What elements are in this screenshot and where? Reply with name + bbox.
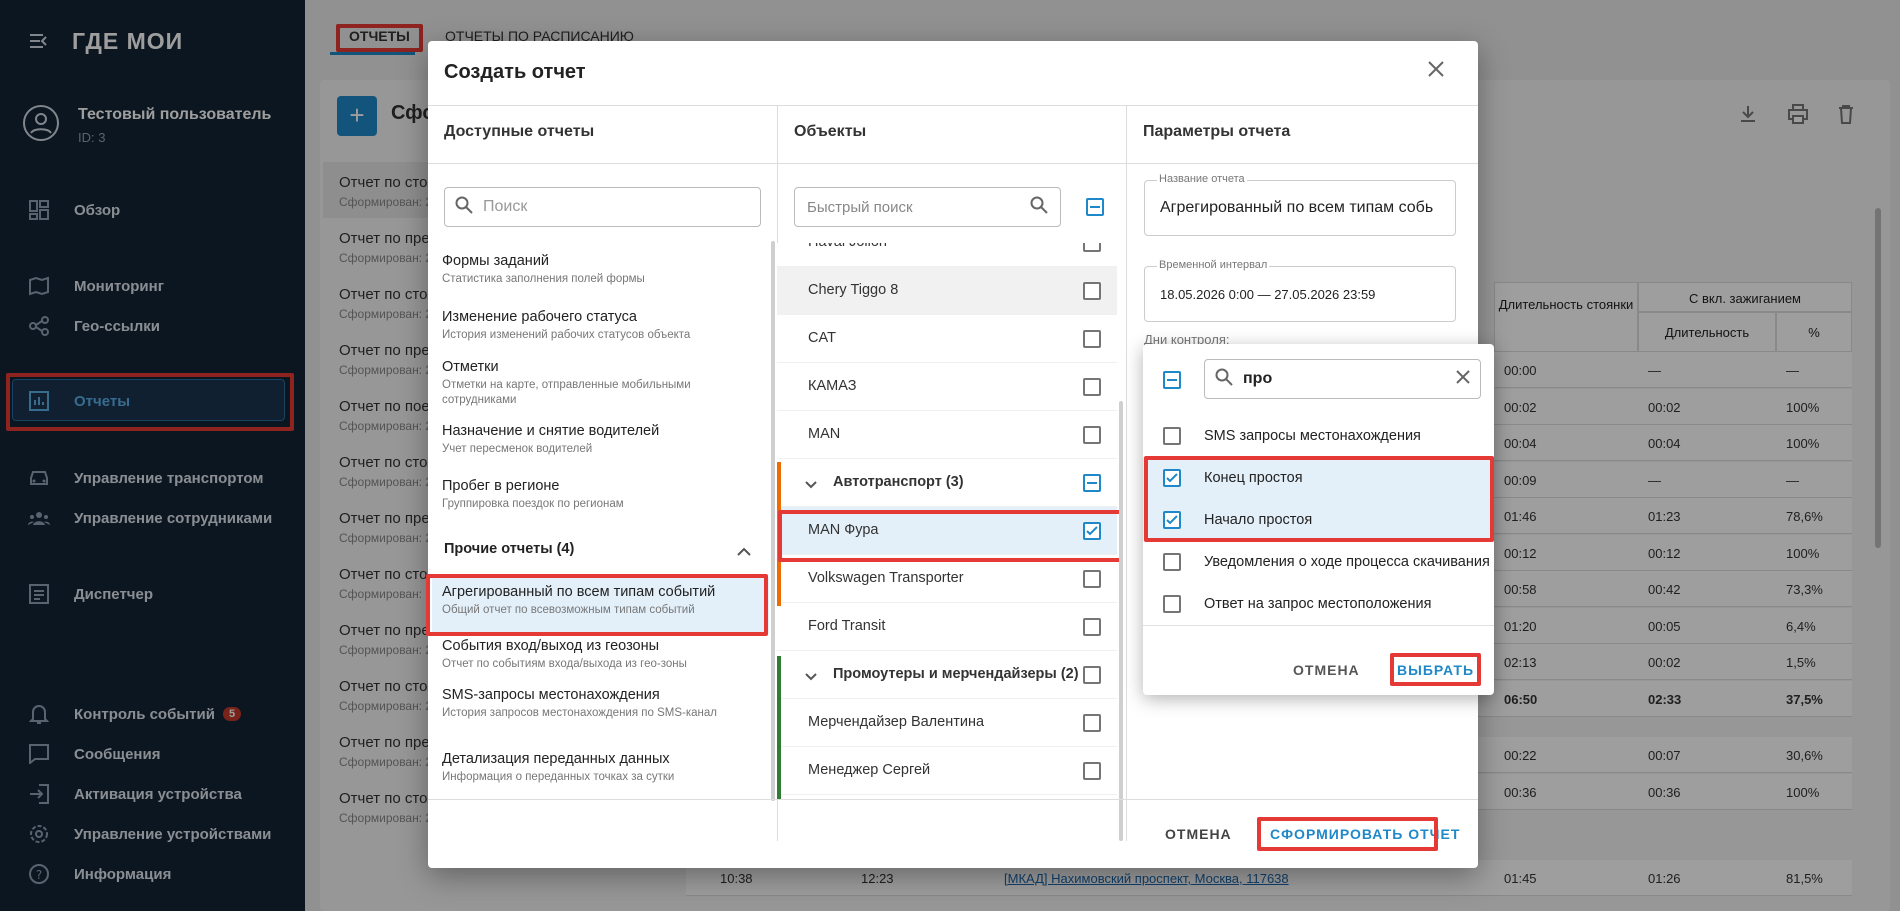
report-name-field[interactable]: Название отчета Агрегированный по всем т… [1144,173,1456,236]
divider [428,163,1478,164]
other-reports-group[interactable]: Прочие отчеты (4) [444,541,574,557]
event-types-popup: про SMS запросы местонахождения Конец про… [1143,344,1494,695]
col-reports-title: Доступные отчеты [444,123,595,140]
select-all-objects-checkbox[interactable] [1086,198,1104,216]
event-search-value: про [1243,370,1273,387]
chevron-down-icon[interactable] [805,476,817,493]
divider [1143,625,1494,626]
report-name-value: Агрегированный по всем типам собь [1160,199,1434,216]
report-option[interactable]: Отметки Отметки на карте, отправленные мо… [442,359,762,408]
report-option[interactable]: События вход/выход из геозоны Отчет по со… [442,638,742,672]
object-checkbox[interactable] [1083,330,1101,348]
event-type-option[interactable]: SMS запросы местонахождения [1143,415,1494,457]
popup-cancel-button[interactable]: ОТМЕНА [1293,662,1360,678]
search-icon [1215,368,1233,390]
object-item[interactable]: Мерчендайзер Валентина [777,699,1117,747]
object-item[interactable]: Chery Tiggo 8 [777,267,1117,315]
report-option[interactable]: Формы заданий Статистика заполнения полей… [442,253,762,287]
event-type-option[interactable]: Ответ на запрос местоположения [1143,583,1494,625]
object-checkbox[interactable] [1083,714,1101,732]
highlight-select [1390,653,1481,686]
report-search[interactable]: Поиск [444,187,761,227]
object-checkbox[interactable] [1083,570,1101,588]
object-item[interactable]: Haval Jolion [777,243,1117,267]
search-icon [455,196,473,218]
object-item[interactable]: Volkswagen Transporter [777,555,1117,603]
highlight-generate [1257,817,1438,851]
object-item[interactable]: Ford Transit [777,603,1117,651]
select-all-events-checkbox[interactable] [1163,371,1181,389]
event-search-input[interactable]: про [1204,359,1481,399]
object-checkbox[interactable] [1083,762,1101,780]
report-option[interactable]: SMS-запросы местонахождения История запро… [442,687,742,721]
object-item[interactable]: CAT [777,315,1117,363]
object-checkbox[interactable] [1083,282,1101,300]
event-type-option[interactable]: Уведомления о ходе процесса скачивания д [1143,541,1494,583]
divider [1126,106,1127,841]
quick-search-placeholder: Быстрый поиск [807,198,913,216]
divider [428,105,1478,106]
interval-value: 18.05.2026 0:00 — 27.05.2026 23:59 [1160,287,1376,302]
highlight-man-fura [778,510,1123,562]
chevron-down-icon[interactable] [805,668,817,685]
close-icon[interactable] [1427,60,1445,82]
object-checkbox[interactable] [1083,243,1101,252]
report-option[interactable]: Изменение рабочего статуса История измене… [442,309,762,343]
quick-search[interactable]: Быстрый поиск [794,187,1061,227]
object-checkbox[interactable] [1083,666,1101,684]
object-checkbox[interactable] [1083,426,1101,444]
report-option[interactable]: Пробег в регионе Группировка поездок по р… [442,478,762,512]
clear-icon[interactable] [1456,370,1470,388]
group-accent [777,656,781,800]
report-option[interactable]: Детализация переданных данных Информация … [442,751,742,785]
search-placeholder: Поиск [483,198,528,215]
event-type-checkbox[interactable] [1163,595,1181,613]
interval-field[interactable]: Временной интервал 18.05.2026 0:00 — 27.… [1144,259,1456,322]
report-option[interactable]: Назначение и снятие водителей Учет пересм… [442,423,762,457]
object-item[interactable]: Менеджер Сергей [777,747,1117,795]
object-group[interactable]: Автотранспорт (3) [777,459,1117,507]
scrollbar[interactable] [771,241,775,801]
divider [428,799,1478,800]
event-type-checkbox[interactable] [1163,427,1181,445]
object-checkbox[interactable] [1083,474,1101,492]
search-icon [1030,196,1048,218]
scrollbar[interactable] [1119,401,1123,841]
event-type-checkbox[interactable] [1163,553,1181,571]
chevron-up-icon[interactable] [737,544,751,561]
object-checkbox[interactable] [1083,378,1101,396]
col-params-title: Параметры отчета [1143,123,1291,140]
cancel-button[interactable]: ОТМЕНА [1165,826,1232,842]
highlight-idle-events [1144,456,1494,542]
object-item[interactable]: КАМАЗ [777,363,1117,411]
highlight-selected-report [426,574,768,636]
object-item[interactable]: MAN [777,411,1117,459]
object-checkbox[interactable] [1083,618,1101,636]
object-group[interactable]: Промоутеры и мерчендайзеры (2) [777,651,1117,699]
col-objects-title: Объекты [794,123,867,140]
dialog-title: Создать отчет [444,61,586,83]
